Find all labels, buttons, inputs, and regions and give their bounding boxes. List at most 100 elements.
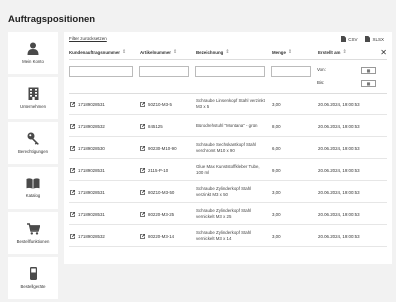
table-row: 17189028531 80220-M3-25 Schraube Zylinderk… (69, 204, 387, 225)
close-icon[interactable]: ✕ (380, 48, 387, 57)
sort-icon: ⇕ (342, 49, 347, 55)
sidebar-item-mein-konto[interactable]: Mein Konto (8, 32, 58, 74)
sort-icon: ⇕ (225, 49, 230, 55)
file-icon (341, 36, 347, 42)
table-row: 17189028530 90230-M10-90 Schraube Sechskan… (69, 138, 387, 159)
external-link-icon[interactable] (140, 182, 145, 202)
xlsx-label: XLSX (372, 36, 384, 42)
order-number-cell: 17189028532 (78, 123, 105, 129)
quantity-cell: 3,00 (272, 233, 281, 239)
csv-export-button[interactable]: CSV (341, 36, 357, 42)
quantity-cell: 3,00 (272, 101, 281, 107)
sort-icon: ⇕ (122, 49, 127, 55)
date-to-picker[interactable]: ▦ (361, 80, 376, 87)
article-number-cell: 90230-M10-90 (148, 145, 177, 151)
table-row: 17189028532 845125 Bürodrehstuhl "Montana"… (69, 116, 387, 137)
sidebar-item-bestellgeraete[interactable]: Bestellgeräte (8, 257, 58, 299)
quantity-filter-input[interactable] (271, 66, 311, 77)
user-icon (27, 42, 39, 55)
external-link-icon[interactable] (140, 204, 145, 224)
description-cell: Schraube Zylinderkopf Stahl verzinkt M3 … (196, 186, 252, 197)
sidebar: Mein Konto Unternehmen Berechtigungen Ka… (8, 32, 58, 302)
sort-icon: ⇕ (173, 49, 178, 55)
description-cell: Schraube Zylinderkopf Stahl vernickelt M… (196, 230, 252, 241)
external-link-icon[interactable] (140, 138, 145, 158)
external-link-icon[interactable] (140, 116, 145, 136)
sidebar-item-bestellfunktionen[interactable]: Bestellfunktionen (8, 212, 58, 254)
quantity-cell: 9,00 (272, 167, 281, 173)
order-number-cell: 17189028531 (78, 211, 105, 217)
column-header-created-at[interactable]: Erstellt am ⇕ (318, 49, 347, 55)
article-number-cell: 80220-M3-25 (148, 211, 175, 217)
sidebar-item-katalog[interactable]: Katalog (8, 167, 58, 209)
page-title: Auftragspositionen (8, 14, 96, 25)
sidebar-item-label: Unternehmen (19, 104, 47, 109)
description-cell: Schraube Zylinderkopf Stahl vernickelt M… (196, 208, 252, 219)
article-number-cell: 80Z10-M3-50 (148, 189, 175, 195)
created-at-cell: 20.06.2024, 19:00:53 (318, 189, 360, 195)
sidebar-item-label: Bestellgeräte (20, 284, 46, 289)
order-number-cell: 17189028530 (78, 145, 105, 151)
reset-filter-link[interactable]: Filter zurücksetzen (69, 36, 107, 41)
table-row: 17189028531 2115-P-10 Glue Max Kunststoffk… (69, 160, 387, 181)
sidebar-item-berechtigungen[interactable]: Berechtigungen (8, 122, 58, 164)
date-to-label: Bis: (317, 80, 325, 85)
description-filter-input[interactable] (195, 66, 265, 77)
sidebar-item-label: Berechtigungen (17, 149, 49, 154)
file-icon (365, 36, 371, 42)
external-link-icon[interactable] (70, 204, 75, 224)
quantity-cell: 3,00 (272, 211, 281, 217)
column-header-label: Menge (272, 49, 286, 55)
column-header-order-number[interactable]: Kundenauftragsnummer ⇕ (69, 49, 126, 55)
column-header-label: Kundenauftragsnummer (69, 49, 120, 55)
external-link-icon[interactable] (70, 160, 75, 180)
description-cell: Schraube Sechskantkopf Stahl verchromt M… (196, 142, 257, 153)
column-header-description[interactable]: Bezeichnung ⇕ (196, 49, 230, 55)
created-at-cell: 20.06.2024, 19:00:53 (318, 101, 360, 107)
table-row: 17189028531 80Z10-M3-50 Schraube Zylinderk… (69, 182, 387, 203)
positions-panel: Filter zurücksetzen CSV XLSX Kundenauftr… (64, 32, 392, 264)
date-from-label: Von: (317, 67, 326, 72)
article-number-cell: 80220-M3-14 (148, 233, 175, 239)
handheld-device-icon (29, 267, 37, 280)
calendar-icon: ▦ (366, 80, 371, 86)
external-link-icon[interactable] (70, 182, 75, 202)
external-link-icon[interactable] (140, 94, 145, 114)
article-number-cell: 2115-P-10 (148, 167, 169, 173)
external-link-icon[interactable] (70, 138, 75, 158)
order-number-cell: 17189028532 (78, 233, 105, 239)
article-number-filter-input[interactable] (139, 66, 189, 77)
external-link-icon[interactable] (70, 116, 75, 136)
column-header-article-number[interactable]: Artikelnummer ⇕ (140, 49, 177, 55)
created-at-cell: 20.06.2024, 19:00:53 (318, 145, 360, 151)
external-link-icon[interactable] (70, 94, 75, 114)
external-link-icon[interactable] (70, 226, 75, 246)
description-cell: Bürodrehstuhl "Montana" - grün (196, 123, 258, 128)
date-from-picker[interactable]: ▦ (361, 67, 376, 74)
table-header: Kundenauftragsnummer ⇕ Artikelnummer ⇕ Bez… (69, 48, 387, 58)
column-header-label: Erstellt am (318, 49, 341, 55)
table-row: 17189028532 80220-M3-14 Schraube Zylinderk… (69, 226, 387, 247)
article-number-cell: 50Z10-M3-5 (148, 101, 172, 107)
sidebar-item-label: Bestellfunktionen (16, 238, 50, 244)
order-number-filter-input[interactable] (69, 66, 133, 77)
column-header-quantity[interactable]: Menge ⇕ (272, 49, 292, 55)
quantity-cell: 8,00 (272, 123, 281, 129)
description-cell: Schraube Linsenkopf Stahl verzinkt M3 x … (196, 98, 265, 109)
column-header-label: Bezeichnung (196, 49, 224, 55)
external-link-icon[interactable] (140, 160, 145, 180)
csv-label: CSV (348, 36, 358, 42)
sidebar-item-label: Mein Konto (22, 59, 44, 64)
description-cell: Glue Max Kunststoffkleber Tube, 100 ml (196, 164, 260, 175)
article-number-cell: 845125 (148, 123, 163, 129)
external-link-icon[interactable] (140, 226, 145, 246)
created-at-cell: 20.06.2024, 19:00:53 (318, 211, 360, 217)
sidebar-item-label: Katalog (25, 193, 41, 198)
calendar-icon: ▦ (366, 67, 371, 73)
quantity-cell: 3,00 (272, 189, 281, 195)
order-number-cell: 17189028531 (78, 167, 105, 173)
export-buttons: CSV XLSX (341, 36, 384, 42)
xlsx-export-button[interactable]: XLSX (365, 36, 384, 42)
header-divider (69, 59, 387, 60)
sidebar-item-unternehmen[interactable]: Unternehmen (8, 77, 58, 119)
